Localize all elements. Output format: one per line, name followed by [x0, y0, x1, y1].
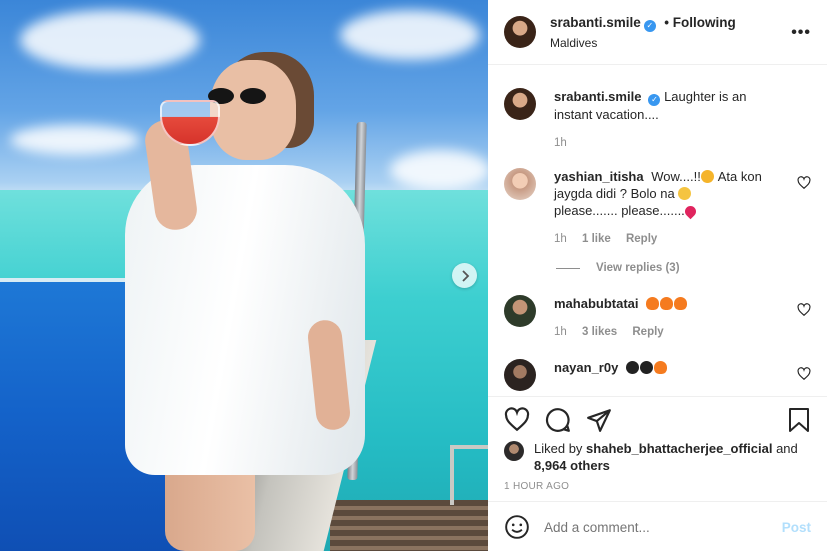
comments-list[interactable]: srabanti.smile ✓ Laughter is an instant v…: [488, 66, 827, 396]
caption-username[interactable]: srabanti.smile: [554, 89, 641, 104]
stair-rail: [450, 445, 488, 505]
comment-body: mahabubtatai 1h 3 likes Reply: [554, 295, 782, 341]
comment-meta: 1h 3 likes Reply: [554, 324, 782, 341]
like-comment-heart-icon[interactable]: [797, 303, 811, 317]
bookmark-icon[interactable]: [787, 407, 811, 433]
post-timestamp[interactable]: 1 HOUR AGO: [504, 481, 569, 492]
post-location[interactable]: Maldives: [550, 36, 736, 50]
comment-text: please....... please.......: [554, 203, 685, 218]
divider: [556, 267, 580, 269]
fire-emoji-icon: [653, 361, 667, 374]
post-header-meta: srabanti.smile ✓ • Following Maldives: [550, 14, 736, 50]
avatar[interactable]: [504, 295, 536, 327]
caption-meta: 1h: [554, 135, 782, 152]
liked-by-count[interactable]: 8,964 others: [534, 458, 610, 473]
figure-head: [210, 60, 296, 160]
post-photo[interactable]: [0, 0, 488, 551]
reply-button[interactable]: Reply: [626, 233, 657, 245]
action-icons: [504, 407, 612, 433]
post-header: srabanti.smile ✓ • Following Maldives •••: [488, 0, 827, 65]
comment-time[interactable]: 1h: [554, 233, 567, 245]
liked-by: Liked by shaheb_bhattacherjee_official a…: [504, 440, 798, 474]
like-comment-heart-icon[interactable]: [797, 176, 811, 190]
more-options-icon[interactable]: •••: [791, 24, 811, 42]
view-replies-button[interactable]: View replies (3): [556, 262, 680, 274]
comment-meta: 1h 1 like Reply: [554, 231, 782, 248]
comment-input[interactable]: [544, 519, 782, 535]
share-paper-plane-icon[interactable]: [586, 407, 612, 433]
fire-emoji-icon: [674, 297, 688, 310]
cloud: [20, 10, 200, 70]
liked-by-joiner: and: [776, 441, 798, 456]
caption-time[interactable]: 1h: [554, 137, 567, 149]
post-sidebar: srabanti.smile ✓ • Following Maldives •••…: [488, 0, 827, 551]
fire-emoji-icon: [660, 297, 674, 310]
comment-bubble-icon[interactable]: [545, 407, 571, 433]
like-comment-heart-icon[interactable]: [797, 367, 811, 381]
avatar[interactable]: [504, 168, 536, 200]
avatar[interactable]: [504, 88, 536, 120]
black-heart-icon: [625, 361, 639, 374]
star-struck-emoji-icon: [700, 170, 714, 183]
comment-row: nayan_r0y: [504, 359, 811, 391]
avatar[interactable]: [504, 16, 536, 48]
verified-icon: ✓: [648, 94, 661, 106]
post-username[interactable]: srabanti.smile: [550, 15, 641, 30]
liked-by-user[interactable]: shaheb_bhattacherjee_official: [586, 441, 772, 456]
avatar[interactable]: [504, 359, 536, 391]
comment-time[interactable]: 1h: [554, 326, 567, 338]
caption-row: srabanti.smile ✓ Laughter is an instant v…: [504, 88, 811, 152]
avatar[interactable]: [504, 441, 524, 461]
follow-status-label: Following: [672, 15, 736, 30]
comment-likes[interactable]: 1 like: [582, 233, 611, 245]
chevron-right-icon: [461, 269, 469, 282]
verified-icon: ✓: [643, 20, 656, 32]
cloud: [10, 125, 140, 155]
like-heart-icon[interactable]: [504, 407, 530, 433]
comment-username[interactable]: nayan_r0y: [554, 360, 618, 375]
comment-body: nayan_r0y: [554, 359, 782, 391]
comment-composer: Post: [488, 501, 827, 551]
liked-by-text: Liked by shaheb_bhattacherjee_official a…: [534, 440, 798, 474]
comment-row: yashian_itisha Wow....!! Ata kon jaygda …: [504, 168, 811, 248]
post-comment-button[interactable]: Post: [782, 520, 811, 535]
fire-emoji-icon: [646, 297, 660, 310]
emoji-smiley-icon[interactable]: [504, 514, 530, 540]
reply-button[interactable]: Reply: [632, 326, 663, 338]
cloud: [340, 10, 480, 60]
liked-by-prefix: Liked by: [534, 441, 583, 456]
comment-username[interactable]: yashian_itisha: [554, 169, 644, 184]
comment-likes[interactable]: 3 likes: [582, 326, 617, 338]
comment-text: Wow....!!: [651, 169, 701, 184]
black-heart-icon: [639, 361, 653, 374]
comment-row: mahabubtatai 1h 3 likes Reply: [504, 295, 811, 341]
next-slide-button[interactable]: [452, 263, 477, 288]
follow-status[interactable]: • Following: [664, 15, 735, 30]
caption-body: srabanti.smile ✓ Laughter is an instant v…: [554, 88, 782, 152]
comment-username[interactable]: mahabubtatai: [554, 296, 639, 311]
hugging-emoji-icon: [678, 187, 692, 200]
cloud: [390, 150, 488, 190]
wooden-stairs: [330, 500, 488, 551]
comment-body: yashian_itisha Wow....!! Ata kon jaygda …: [554, 168, 782, 248]
post-actions: Liked by shaheb_bhattacherjee_official a…: [488, 396, 827, 551]
view-replies-label: View replies (3): [596, 262, 680, 274]
